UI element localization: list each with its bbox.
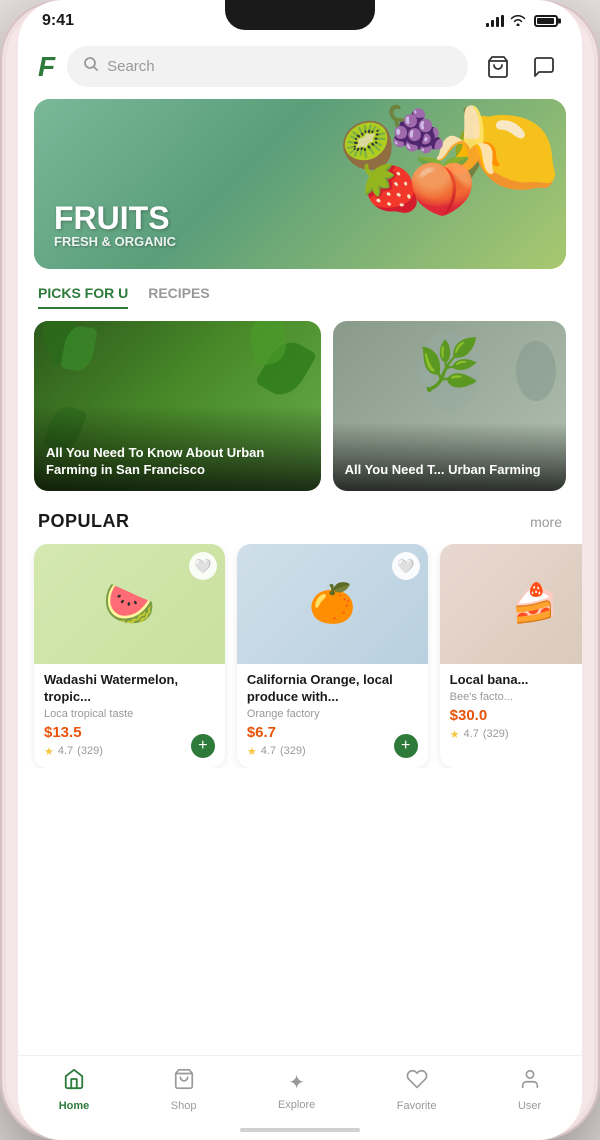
product-source-3: Bee's facto... bbox=[450, 691, 582, 703]
banner-title: FRUITS bbox=[54, 202, 546, 234]
product-price-3: $30.0 bbox=[450, 707, 582, 724]
cart-button[interactable] bbox=[480, 49, 516, 85]
rating-count-2: (329) bbox=[280, 745, 306, 757]
product-price-1: $13.5 bbox=[44, 724, 215, 741]
article-overlay-2: All You Need T... Urban Farming bbox=[333, 422, 566, 491]
product-info-3: Local bana... Bee's facto... $30.0 ★ 4.7… bbox=[440, 664, 582, 751]
popular-more[interactable]: more bbox=[530, 514, 562, 530]
product-image-1: 🍉 🤍 bbox=[34, 544, 225, 664]
banner-subtitle: FRESH & ORGANIC bbox=[54, 234, 546, 249]
search-icon bbox=[83, 56, 99, 77]
popular-header: POPULAR more bbox=[18, 511, 582, 532]
phone-screen: 9:41 bbox=[18, 0, 582, 1140]
favorite-btn-1[interactable]: 🤍 bbox=[189, 552, 217, 580]
product-rating-1: ★ 4.7 (329) bbox=[44, 745, 215, 758]
home-icon bbox=[63, 1068, 85, 1096]
signal-icon bbox=[486, 15, 504, 27]
product-name-1: Wadashi Watermelon, tropic... bbox=[44, 672, 215, 706]
battery-icon bbox=[534, 15, 558, 27]
articles-row: All You Need To Know About Urban Farming… bbox=[18, 321, 582, 491]
notch bbox=[225, 0, 375, 30]
product-name-2: California Orange, local produce with... bbox=[247, 672, 418, 706]
article-card-1[interactable]: All You Need To Know About Urban Farming… bbox=[34, 321, 321, 491]
nav-favorite-label: Favorite bbox=[397, 1100, 437, 1112]
search-bar[interactable]: Search bbox=[67, 46, 468, 87]
status-time: 9:41 bbox=[42, 12, 74, 30]
product-image-3: 🍰 bbox=[440, 544, 582, 664]
product-info-2: California Orange, local produce with...… bbox=[237, 664, 428, 768]
nav-favorite[interactable]: Favorite bbox=[385, 1062, 449, 1118]
local-emoji: 🍰 bbox=[511, 582, 558, 626]
product-source-1: Loca tropical taste bbox=[44, 708, 215, 720]
nav-home[interactable]: Home bbox=[47, 1062, 102, 1118]
tab-picks[interactable]: PICKS FOR U bbox=[38, 285, 128, 309]
search-placeholder[interactable]: Search bbox=[107, 58, 155, 75]
favorite-icon bbox=[406, 1068, 428, 1096]
rating-value-2: 4.7 bbox=[261, 745, 276, 757]
orange-emoji: 🍊 bbox=[309, 582, 356, 626]
product-image-2: 🍊 🤍 bbox=[237, 544, 428, 664]
favorite-btn-2[interactable]: 🤍 bbox=[392, 552, 420, 580]
add-btn-2[interactable]: + bbox=[394, 734, 418, 758]
bottom-nav: Home Shop ✦ Explore bbox=[18, 1055, 582, 1140]
status-icons bbox=[486, 13, 558, 29]
app-logo: F bbox=[38, 51, 55, 83]
add-btn-1[interactable]: + bbox=[191, 734, 215, 758]
tab-recipes[interactable]: RECIPES bbox=[148, 285, 209, 309]
star-icon-1: ★ bbox=[44, 745, 54, 758]
nav-user-label: User bbox=[518, 1100, 541, 1112]
product-name-3: Local bana... bbox=[450, 672, 582, 689]
nav-home-label: Home bbox=[59, 1100, 90, 1112]
product-card-2[interactable]: 🍊 🤍 California Orange, local produce wit… bbox=[237, 544, 428, 768]
urban-emoji: 🌿 bbox=[418, 336, 480, 395]
article-title-2: All You Need T... Urban Farming bbox=[345, 462, 554, 479]
shop-icon bbox=[173, 1068, 195, 1096]
products-row: 🍉 🤍 Wadashi Watermelon, tropic... Loca t… bbox=[18, 544, 582, 768]
article-title-1: All You Need To Know About Urban Farming… bbox=[46, 445, 309, 479]
article-card-2[interactable]: 🌿 All You Need T... Urban Farming bbox=[333, 321, 566, 491]
product-price-2: $6.7 bbox=[247, 724, 418, 741]
user-icon bbox=[519, 1068, 541, 1096]
content-scroll[interactable]: F Search bbox=[18, 38, 582, 1093]
product-source-2: Orange factory bbox=[247, 708, 418, 720]
star-icon-2: ★ bbox=[247, 745, 257, 758]
rating-value-3: 4.7 bbox=[464, 728, 479, 740]
rating-count-1: (329) bbox=[77, 745, 103, 757]
tabs-row: PICKS FOR U RECIPES bbox=[18, 285, 582, 309]
product-card-3[interactable]: 🍰 Local bana... Bee's facto... $30.0 ★ 4… bbox=[440, 544, 582, 768]
nav-explore-label: Explore bbox=[278, 1099, 315, 1111]
popular-title: POPULAR bbox=[38, 511, 130, 532]
header: F Search bbox=[18, 38, 582, 99]
product-rating-3: ★ 4.7 (329) bbox=[450, 728, 582, 741]
watermelon-emoji: 🍉 bbox=[103, 580, 155, 629]
hero-banner[interactable]: 🍋 🍌 🍇 🥝 🍑 🍓 FRUITS FRESH & ORGANIC bbox=[34, 99, 566, 269]
rating-count-3: (329) bbox=[483, 728, 509, 740]
header-icons bbox=[480, 49, 562, 85]
star-icon-3: ★ bbox=[450, 728, 460, 741]
product-rating-2: ★ 4.7 (329) bbox=[247, 745, 418, 758]
message-button[interactable] bbox=[526, 49, 562, 85]
urban-visual-2 bbox=[516, 341, 556, 401]
product-card-1[interactable]: 🍉 🤍 Wadashi Watermelon, tropic... Loca t… bbox=[34, 544, 225, 768]
phone-frame: 9:41 bbox=[0, 0, 600, 1140]
nav-user[interactable]: User bbox=[506, 1062, 553, 1118]
rating-value-1: 4.7 bbox=[58, 745, 73, 757]
product-info-1: Wadashi Watermelon, tropic... Loca tropi… bbox=[34, 664, 225, 768]
nav-explore[interactable]: ✦ Explore bbox=[266, 1064, 327, 1117]
article-overlay-1: All You Need To Know About Urban Farming… bbox=[34, 405, 321, 491]
explore-icon: ✦ bbox=[288, 1070, 305, 1095]
nav-shop-label: Shop bbox=[171, 1100, 197, 1112]
nav-shop[interactable]: Shop bbox=[159, 1062, 209, 1118]
banner-content: FRUITS FRESH & ORGANIC bbox=[34, 99, 566, 269]
wifi-icon bbox=[510, 13, 526, 29]
home-indicator bbox=[240, 1128, 360, 1132]
